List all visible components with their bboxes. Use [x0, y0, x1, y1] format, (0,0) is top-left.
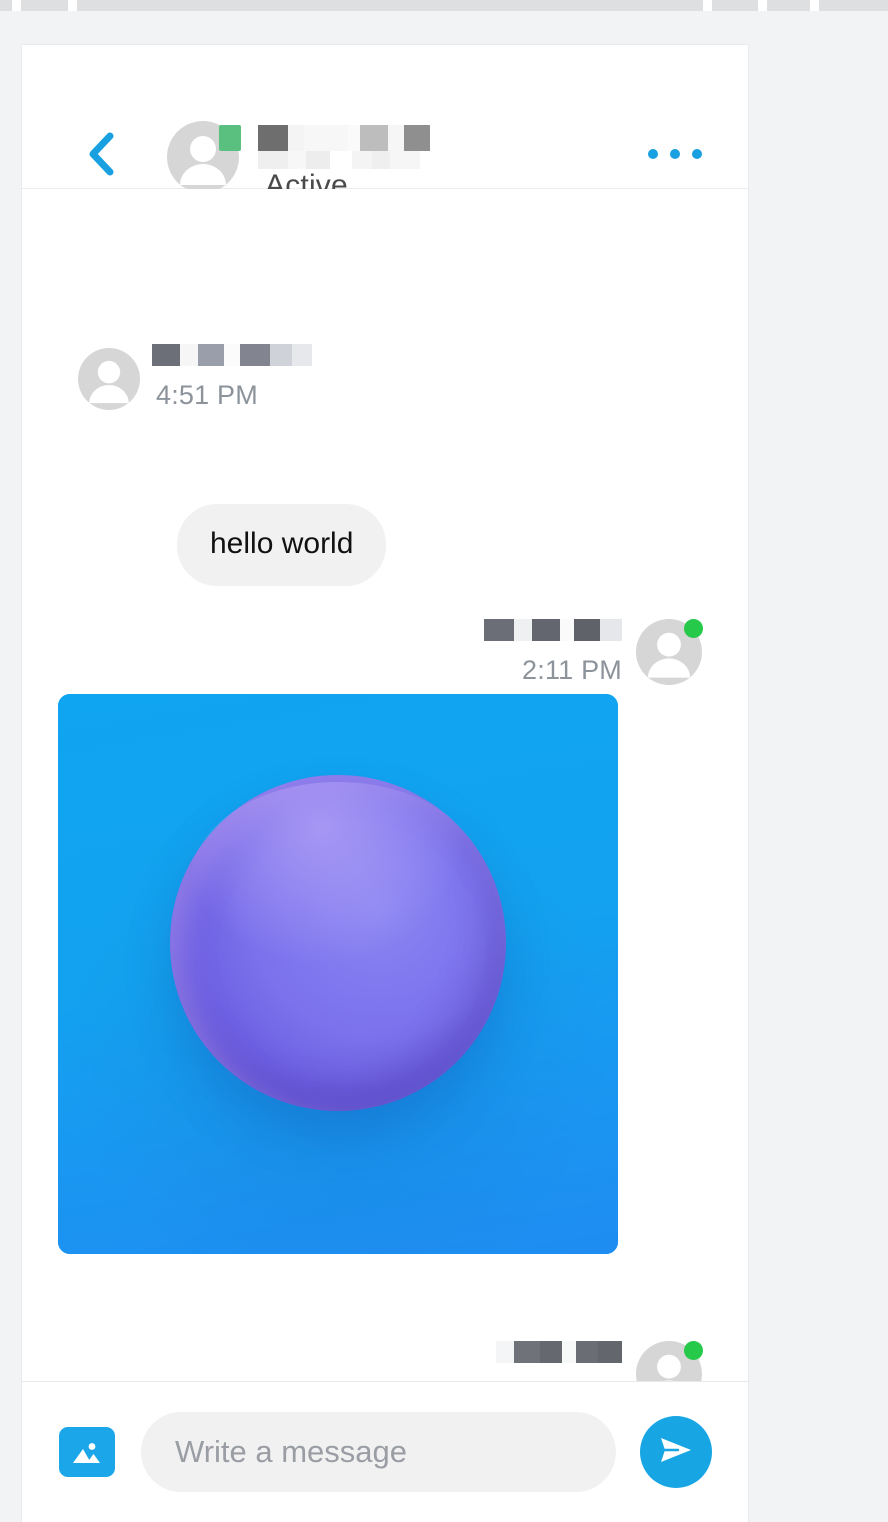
redaction-block — [224, 344, 240, 366]
chrome-tick — [810, 0, 819, 11]
redaction-block — [484, 619, 514, 641]
redaction-block — [600, 619, 622, 641]
message-list[interactable]: 4:51 PM hello world 2:11 PM — [22, 189, 748, 1382]
message-timestamp: 2:11 PM — [522, 655, 622, 685]
header-contact-name-redacted — [258, 125, 430, 169]
redaction-block — [352, 151, 372, 169]
redaction-blocks-row2 — [258, 151, 420, 169]
redaction-block — [562, 1341, 576, 1363]
redaction-block — [560, 619, 574, 641]
redaction-block — [240, 344, 270, 366]
chrome-tick — [758, 0, 767, 11]
chat-window: Active 4:51 PM hello world 2:11 PM Write… — [22, 45, 748, 1522]
redaction-block — [270, 344, 292, 366]
header-avatar[interactable] — [167, 121, 241, 193]
redaction-block — [330, 151, 352, 169]
message-bubble-incoming[interactable]: hello world — [177, 504, 387, 586]
redaction-block — [540, 1341, 562, 1363]
online-badge — [684, 619, 703, 638]
redaction-block — [180, 344, 198, 366]
redaction-block — [198, 344, 224, 366]
online-badge — [219, 125, 241, 151]
sender-name-redacted — [484, 619, 622, 641]
redaction-block — [258, 125, 288, 151]
send-paper-plane-icon — [658, 1434, 694, 1471]
chrome-tick — [703, 0, 712, 11]
redaction-block — [532, 619, 560, 641]
message-image-attachment[interactable] — [58, 694, 618, 1254]
redaction-block — [288, 151, 306, 169]
redaction-block — [574, 619, 600, 641]
redaction-block — [514, 619, 532, 641]
message-composer — [22, 1381, 748, 1522]
more-horizontal-icon[interactable] — [648, 149, 702, 159]
redaction-block — [576, 1341, 598, 1363]
redaction-block — [360, 125, 388, 151]
redaction-block — [514, 1341, 540, 1363]
message-incoming-header: 4:51 PM — [78, 344, 312, 411]
attachment-image — [58, 694, 618, 1254]
person-avatar-icon — [78, 348, 140, 410]
chevron-left-icon — [86, 132, 116, 176]
chrome-tick — [68, 0, 77, 11]
redaction-block — [496, 1341, 514, 1363]
message-outgoing-header: 2:11 PM — [484, 619, 703, 686]
redaction-block — [348, 125, 360, 151]
redaction-block — [304, 125, 348, 151]
online-badge — [684, 1341, 703, 1360]
person-avatar-icon — [636, 619, 703, 685]
redaction-block — [288, 125, 304, 151]
browser-chrome-strip — [0, 0, 888, 11]
message-timestamp: 4:51 PM — [156, 380, 258, 410]
person-avatar-icon — [636, 1341, 703, 1382]
sphere-graphic — [170, 775, 506, 1112]
sender-name-redacted — [496, 1341, 622, 1363]
redaction-block — [306, 151, 330, 169]
redaction-block — [258, 151, 288, 169]
redaction-block — [152, 344, 180, 366]
image-picker-icon[interactable] — [59, 1427, 115, 1477]
sender-name-redacted — [152, 344, 312, 366]
back-button[interactable] — [80, 132, 122, 176]
redaction-block — [404, 125, 430, 151]
chrome-tick — [12, 0, 21, 11]
redaction-block — [372, 151, 390, 169]
message-outgoing-header: 3:03 PM — [496, 1341, 703, 1382]
chat-header: Active — [22, 45, 748, 202]
redaction-block — [598, 1341, 622, 1363]
message-input[interactable] — [141, 1412, 616, 1492]
redaction-block — [292, 344, 312, 366]
redaction-blocks — [258, 125, 430, 151]
redaction-block — [388, 125, 404, 151]
send-button[interactable] — [640, 1416, 712, 1488]
redaction-block — [390, 151, 420, 169]
